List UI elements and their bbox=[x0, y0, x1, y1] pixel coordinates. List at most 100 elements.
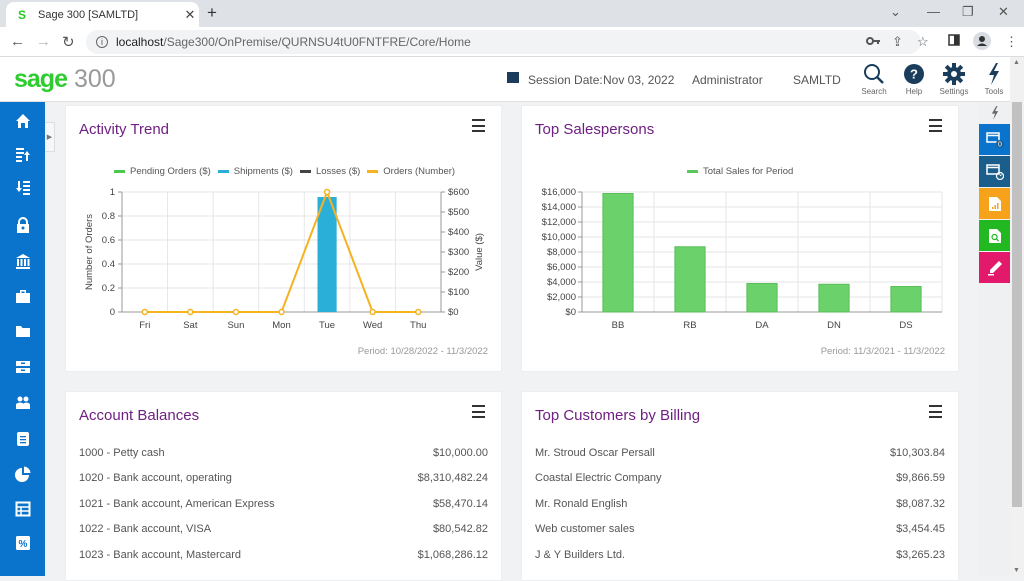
inquiry-button[interactable] bbox=[979, 220, 1010, 251]
search-icon bbox=[854, 63, 894, 85]
list-item[interactable]: Mr. Ronald English $8,087.32 bbox=[535, 498, 945, 516]
sage-logo[interactable]: sage 300 bbox=[14, 65, 116, 94]
search-button[interactable]: Search bbox=[854, 63, 894, 96]
list-item[interactable]: Web customer sales $3,454.45 bbox=[535, 523, 945, 541]
activity-trend-widget: Activity Trend Pending Orders ($) Shipme… bbox=[65, 105, 502, 372]
widget-title: Top Customers by Billing bbox=[535, 407, 701, 424]
table-icon bbox=[15, 501, 30, 517]
list-item[interactable]: Coastal Electric Company $9,866.59 bbox=[535, 472, 945, 490]
data-point bbox=[414, 308, 422, 316]
forward-button[interactable]: → bbox=[36, 33, 51, 50]
sidebar-item-general-ledger[interactable] bbox=[0, 316, 45, 346]
help-button[interactable]: ? Help bbox=[894, 63, 934, 96]
scroll-up-arrow-icon[interactable]: ▲ bbox=[1013, 59, 1020, 66]
list-item[interactable]: 1022 - Bank account, VISA $80,542.82 bbox=[79, 523, 488, 541]
briefcase-icon bbox=[15, 290, 30, 303]
session-date[interactable]: Nov 03, 2022 bbox=[603, 73, 674, 87]
orders-line bbox=[144, 189, 419, 313]
back-button[interactable]: ← bbox=[10, 33, 25, 50]
app-header: sage 300 Session Date: Nov 03, 2022 Admi… bbox=[0, 57, 1010, 102]
bar bbox=[818, 283, 850, 313]
widget-menu-icon[interactable] bbox=[472, 405, 485, 418]
list-item[interactable]: 1023 - Bank account, Mastercard $1,068,28… bbox=[79, 549, 488, 567]
y-tick-label-left: 0.6 bbox=[102, 235, 115, 246]
widget-menu-icon[interactable] bbox=[929, 405, 942, 418]
sidebar-item-administrative-services[interactable] bbox=[0, 210, 45, 240]
svg-text:%: % bbox=[18, 539, 27, 550]
x-tick-label: Sun bbox=[227, 320, 244, 331]
sidebar-item-home[interactable] bbox=[0, 106, 45, 136]
window-icon: 0 bbox=[985, 131, 1004, 148]
side-panel-icon[interactable] bbox=[948, 34, 960, 49]
sidebar-item-bank-services[interactable] bbox=[0, 246, 45, 276]
x-tick-label: DN bbox=[827, 320, 841, 331]
data-point bbox=[323, 188, 331, 196]
reports-button[interactable] bbox=[979, 188, 1010, 219]
recent-windows-button[interactable] bbox=[979, 156, 1010, 187]
sidebar-item-common-services[interactable] bbox=[0, 281, 45, 311]
y-tick-label-right: $100 bbox=[448, 287, 469, 298]
settings-button[interactable]: Settings bbox=[934, 63, 974, 96]
sidebar-item-reports[interactable] bbox=[0, 459, 45, 489]
list-item[interactable]: J & Y Builders Ltd. $3,265.23 bbox=[535, 549, 945, 567]
sidebar-item-accounts-receivable[interactable] bbox=[0, 139, 45, 169]
browser-tab[interactable]: S Sage 300 [SAMLTD] ✕ bbox=[6, 2, 199, 27]
profile-avatar-icon[interactable] bbox=[973, 32, 991, 53]
open-windows-button[interactable]: 0 bbox=[979, 124, 1010, 155]
restore-button[interactable]: ❐ bbox=[962, 4, 974, 20]
sidebar-expand-toggle[interactable]: ▶ bbox=[45, 122, 55, 152]
sidebar-item-inventory-control[interactable] bbox=[0, 352, 45, 382]
password-key-icon[interactable] bbox=[866, 34, 880, 49]
calendar-icon bbox=[507, 72, 519, 83]
sidebar-item-accounts-payable[interactable] bbox=[0, 172, 45, 202]
x-tick-label: RB bbox=[683, 320, 696, 331]
data-point bbox=[369, 308, 376, 316]
svg-text:0: 0 bbox=[998, 141, 1002, 148]
address-bar[interactable]: i localhost/Sage300/OnPremise/QURNSU4tU0… bbox=[86, 30, 921, 54]
x-tick-label: DA bbox=[755, 320, 769, 331]
new-tab-button[interactable]: + bbox=[207, 3, 217, 23]
sidebar-item-customers[interactable] bbox=[0, 388, 45, 418]
close-window-button[interactable]: ✕ bbox=[998, 4, 1009, 20]
bar bbox=[890, 286, 922, 313]
browser-tab-bar: S Sage 300 [SAMLTD] ✕ + ⌄ — ❐ ✕ bbox=[0, 0, 1024, 27]
url-host: localhost bbox=[116, 35, 164, 49]
page-scrollbar[interactable]: ▲ ▼ bbox=[1010, 57, 1024, 576]
document-search-icon bbox=[988, 228, 1001, 243]
reload-button[interactable]: ↻ bbox=[62, 33, 75, 51]
list-item[interactable]: 1020 - Bank account, operating $8,310,482… bbox=[79, 472, 488, 490]
minimize-button[interactable]: — bbox=[927, 4, 940, 19]
site-info-icon[interactable]: i bbox=[96, 36, 108, 48]
x-tick-label: Tue bbox=[319, 320, 335, 331]
list-item[interactable]: 1021 - Bank account, American Express $58… bbox=[79, 498, 488, 516]
close-tab-icon[interactable]: ✕ bbox=[181, 7, 199, 23]
user-name[interactable]: Administrator bbox=[692, 73, 763, 87]
account-balances-widget: Account Balances 1000 - Petty cash $10,00… bbox=[65, 391, 502, 581]
users-icon bbox=[15, 396, 30, 409]
list-up-icon bbox=[15, 148, 30, 162]
list-item[interactable]: 1000 - Petty cash $10,000.00 bbox=[79, 447, 488, 465]
scroll-down-arrow-icon[interactable]: ▼ bbox=[1013, 567, 1020, 574]
share-icon[interactable]: ⇪ bbox=[892, 34, 903, 50]
period-label: Period: 11/3/2021 - 11/3/2022 bbox=[820, 346, 945, 357]
sidebar-item-percent[interactable]: % bbox=[0, 528, 45, 558]
bookmark-star-icon[interactable]: ☆ bbox=[917, 34, 929, 50]
tools-button[interactable]: Tools bbox=[974, 63, 1014, 96]
lock-icon bbox=[16, 217, 29, 233]
customize-button[interactable] bbox=[979, 252, 1010, 283]
tab-search-chevron-icon[interactable]: ⌄ bbox=[890, 4, 901, 20]
y-tick-label-right: $600 bbox=[448, 187, 469, 198]
company-name[interactable]: SAMLTD bbox=[793, 73, 841, 87]
percent-icon: % bbox=[15, 536, 30, 550]
scrollbar-thumb[interactable] bbox=[1012, 102, 1022, 507]
report-chart-icon bbox=[988, 196, 1001, 211]
y-tick-label: $14,000 bbox=[542, 202, 576, 213]
browser-menu-icon[interactable]: ⋮ bbox=[1005, 34, 1018, 50]
rail-lightning-icon[interactable] bbox=[979, 106, 1010, 125]
x-tick-label: Sat bbox=[183, 320, 198, 331]
y-tick-label-left: 1 bbox=[110, 187, 115, 198]
sidebar-item-tax-services[interactable] bbox=[0, 494, 45, 524]
sidebar-item-order-entry[interactable] bbox=[0, 424, 45, 454]
activity-trend-chart: 0 0.2 0.4 0.6 0.8 1 $0 $100 $200 $300 $400 $500 $600… bbox=[84, 187, 485, 331]
list-item[interactable]: Mr. Stroud Oscar Persall $10,303.84 bbox=[535, 447, 945, 465]
